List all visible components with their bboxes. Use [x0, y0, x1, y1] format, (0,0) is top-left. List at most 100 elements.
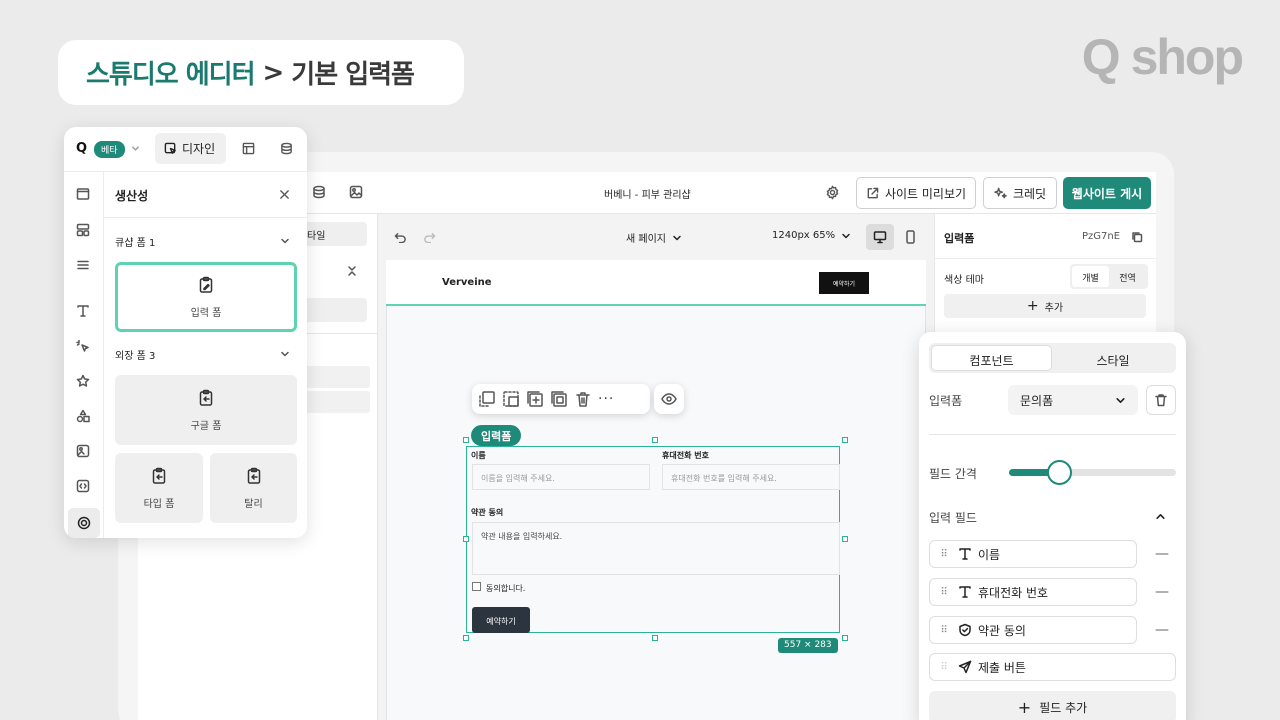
site-preview-button[interactable]: 사이트 미리보기 — [856, 177, 976, 209]
chevron-down-icon[interactable] — [131, 144, 140, 153]
cursor-click-icon[interactable] — [76, 339, 90, 353]
add-theme-label: 추가 — [1044, 302, 1064, 314]
breadcrumb: 스튜디오 에디터 > 기본 입력폼 — [58, 40, 464, 105]
preview-header-button[interactable]: 예약하기 — [819, 272, 869, 294]
terms-field[interactable]: 약관 내용을 입력하세요. — [472, 522, 840, 575]
name-field[interactable]: 이름을 입력해 주세요. — [472, 464, 650, 490]
toolbar-image-icon[interactable] — [349, 185, 363, 199]
add-theme-button[interactable]: + 추가 — [944, 294, 1146, 318]
field-row-terms[interactable]: ⠿ 약관 동의 — [929, 616, 1137, 644]
form-card-input[interactable]: 입력 폼 — [115, 262, 297, 332]
resize-handle[interactable] — [842, 437, 848, 443]
mobile-view-icon[interactable] — [904, 230, 917, 244]
design-icon — [164, 142, 177, 155]
resize-handle[interactable] — [842, 635, 848, 641]
remove-field-icon[interactable]: — — [1155, 584, 1169, 600]
trash-icon[interactable] — [574, 390, 592, 408]
publish-website-button[interactable]: 웹사이트 게시 — [1063, 177, 1151, 209]
copy-icon[interactable] — [1131, 231, 1143, 243]
media-icon[interactable] — [76, 444, 90, 458]
tab-component[interactable]: 컴포넌트 — [931, 345, 1052, 371]
add-element-icon[interactable] — [526, 390, 544, 408]
drag-handle-icon[interactable]: ⠿ — [930, 587, 958, 598]
section-divider — [104, 217, 307, 218]
duplicate-icon[interactable] — [550, 390, 568, 408]
qshop-logo: Q shop — [1081, 29, 1244, 85]
credit-button[interactable]: 크레딧 — [983, 177, 1057, 209]
more-icon[interactable]: ··· — [598, 391, 614, 407]
segment-individual[interactable]: 개별 — [1072, 266, 1109, 287]
segment-global[interactable]: 전역 — [1109, 266, 1146, 287]
collapse-icon[interactable] — [346, 265, 358, 277]
breadcrumb-current: 기본 입력폼 — [291, 60, 415, 90]
form-select[interactable]: 문의폼 — [1008, 385, 1138, 415]
select-parent-icon[interactable] — [478, 390, 496, 408]
design-tab[interactable]: 디자인 — [155, 133, 226, 164]
shapes-icon[interactable] — [76, 409, 90, 423]
close-icon[interactable] — [279, 189, 290, 200]
field-submit-label: 제출 버튼 — [978, 660, 1026, 675]
layer-item[interactable] — [300, 366, 370, 388]
resize-handle[interactable] — [463, 536, 469, 542]
field-name-label: 이름 — [978, 547, 1001, 562]
agree-checkbox[interactable] — [472, 582, 481, 591]
block-icon[interactable] — [76, 223, 90, 237]
delete-form-button[interactable] — [1146, 385, 1176, 415]
embed-code-icon[interactable] — [76, 479, 90, 493]
productivity-rail-button[interactable] — [68, 508, 100, 538]
text-type-icon — [958, 547, 972, 561]
group-header-external[interactable]: 외장 폼 3 — [115, 347, 155, 362]
settings-gear-icon[interactable] — [825, 185, 840, 200]
remove-field-icon[interactable]: — — [1155, 546, 1169, 562]
desktop-view-button[interactable] — [866, 224, 894, 250]
drag-handle-icon[interactable]: ⠿ — [930, 625, 958, 636]
select-children-icon[interactable] — [502, 390, 520, 408]
drag-handle-icon[interactable]: ⠿ — [930, 549, 958, 560]
breadcrumb-separator: > — [262, 57, 285, 88]
element-toolbar: ··· — [472, 384, 650, 414]
redo-icon[interactable] — [423, 230, 436, 243]
resize-handle[interactable] — [652, 437, 658, 443]
chevron-down-icon — [672, 233, 682, 243]
field-row-name[interactable]: ⠿ 이름 — [929, 540, 1137, 568]
agree-label: 동의합니다. — [486, 584, 526, 593]
text-icon[interactable] — [76, 304, 90, 318]
layer-item[interactable] — [300, 391, 370, 413]
text-type-icon — [958, 585, 972, 599]
viewport-selector[interactable]: 1240px 65% — [772, 230, 851, 241]
section-icon[interactable] — [76, 187, 90, 201]
resize-handle[interactable] — [652, 635, 658, 641]
typeform-card[interactable]: 타입 폼 — [115, 453, 203, 523]
field-spacing-slider[interactable] — [1009, 460, 1176, 485]
submit-button[interactable]: 예약하기 — [472, 607, 530, 633]
toolbar-db-icon[interactable] — [312, 185, 326, 199]
chevron-up-icon[interactable] — [1155, 511, 1166, 522]
resize-handle[interactable] — [463, 437, 469, 443]
google-form-card[interactable]: 구글 폼 — [115, 375, 297, 445]
tab-style[interactable]: 스타일 — [1052, 345, 1174, 371]
chevron-down-icon[interactable] — [280, 349, 290, 359]
slider-thumb[interactable] — [1047, 460, 1073, 485]
add-field-button[interactable]: + 필드 추가 — [929, 691, 1176, 720]
visibility-button[interactable] — [654, 384, 684, 414]
field-row-phone[interactable]: ⠿ 휴대전화 번호 — [929, 578, 1137, 606]
form-card-label: 입력 폼 — [190, 307, 222, 319]
phone-field[interactable]: 휴대전화 번호를 입력해 주세요. — [662, 464, 840, 490]
undo-icon[interactable] — [394, 230, 407, 243]
database-icon[interactable] — [280, 142, 293, 155]
menu-icon[interactable] — [76, 258, 90, 272]
layer-search-box[interactable] — [297, 298, 367, 322]
star-icon[interactable] — [76, 374, 90, 388]
resize-handle[interactable] — [463, 635, 469, 641]
resize-handle[interactable] — [842, 536, 848, 542]
size-badge: 557 × 283 — [778, 638, 838, 653]
field-row-submit[interactable]: ⠿ 제출 버튼 — [929, 653, 1176, 681]
remove-field-icon[interactable]: — — [1155, 622, 1169, 638]
layout-icon[interactable] — [242, 142, 255, 155]
tally-card[interactable]: 탈리 — [210, 453, 297, 523]
chevron-down-icon[interactable] — [280, 236, 290, 246]
site-preview-label: 사이트 미리보기 — [884, 186, 967, 201]
breadcrumb-studio-editor[interactable]: 스튜디오 에디터 — [86, 54, 255, 91]
page-selector[interactable]: 새 페이지 — [626, 230, 682, 245]
group-header-qshop[interactable]: 큐샵 폼 1 — [115, 234, 155, 249]
